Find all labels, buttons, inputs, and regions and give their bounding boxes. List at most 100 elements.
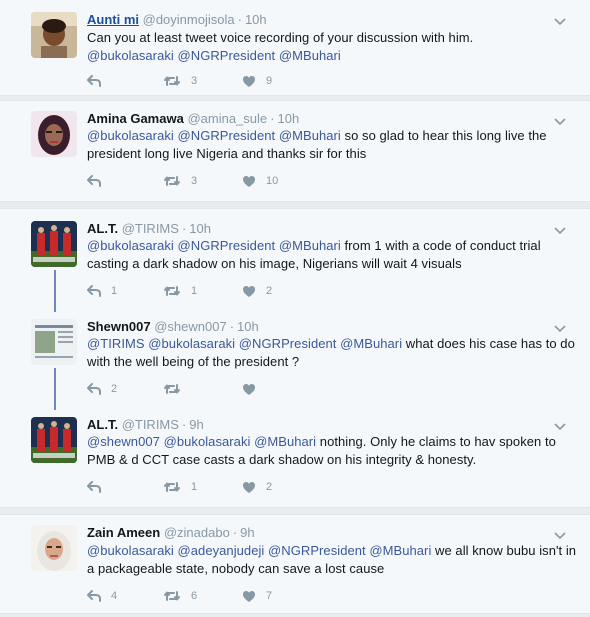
chevron-down-icon[interactable] — [554, 14, 566, 26]
user-handle[interactable]: @doyinmojisola — [143, 12, 235, 27]
mention-link[interactable]: @bukolasaraki — [87, 543, 174, 558]
timestamp[interactable]: 10h — [189, 221, 211, 236]
tweet-text: @bukolasaraki @adeyanjudeji @NGRPresiden… — [87, 542, 577, 578]
like-icon — [242, 75, 266, 88]
retweet-button[interactable] — [163, 380, 191, 398]
reply-button[interactable] — [87, 72, 111, 90]
retweet-count: 1 — [191, 481, 198, 493]
mention-link[interactable]: @bukolasaraki — [87, 238, 174, 253]
mention-link[interactable]: @MBuhari — [340, 336, 402, 351]
avatar[interactable] — [31, 417, 77, 463]
timestamp[interactable]: 10h — [277, 111, 299, 126]
reply-button[interactable] — [87, 172, 111, 190]
retweet-icon — [163, 481, 191, 493]
user-name[interactable]: AL.T. — [87, 221, 118, 236]
mention-link[interactable]: @NGRPresident — [178, 128, 276, 143]
mention-link[interactable]: @bukolasaraki — [148, 336, 235, 351]
user-name[interactable]: Aunti mi — [87, 12, 139, 27]
mention-link[interactable]: @adeyanjudeji — [178, 543, 265, 558]
mention-link[interactable]: @NGRPresident — [178, 48, 276, 63]
reply-count: 4 — [111, 590, 118, 602]
chevron-down-icon[interactable] — [554, 321, 566, 333]
avatar[interactable] — [31, 319, 77, 365]
user-name[interactable]: Zain Ameen — [87, 525, 160, 540]
retweet-button[interactable]: 3 — [163, 72, 197, 90]
mention-link[interactable]: @NGRPresident — [239, 336, 337, 351]
reply-button[interactable]: 2 — [87, 380, 117, 398]
retweet-button[interactable]: 1 — [163, 282, 197, 300]
retweet-icon — [163, 75, 191, 87]
reply-icon — [87, 175, 111, 187]
retweet-button[interactable]: 3 — [163, 172, 197, 190]
timestamp[interactable]: 10h — [245, 12, 267, 27]
reply-icon — [87, 75, 111, 87]
like-icon — [242, 285, 266, 298]
tweet-header: Amina Gamawa @amina_sule · 10h — [87, 111, 299, 127]
tweet-text-segment: Can you at least tweet voice recording o… — [87, 30, 474, 45]
mention-link[interactable]: @bukolasaraki — [87, 48, 174, 63]
user-name[interactable]: Amina Gamawa — [87, 111, 184, 126]
retweet-icon — [163, 590, 191, 602]
chevron-down-icon[interactable] — [554, 223, 566, 235]
mention-link[interactable]: @TIRIMS — [87, 336, 145, 351]
avatar[interactable] — [31, 12, 77, 58]
chevron-down-icon[interactable] — [554, 528, 566, 540]
retweet-count: 1 — [191, 285, 198, 297]
user-name[interactable]: Shewn007 — [87, 319, 151, 334]
like-button[interactable]: 10 — [242, 172, 278, 190]
thread-connector — [54, 368, 56, 410]
mention-link[interactable]: @NGRPresident — [268, 543, 366, 558]
mention-link[interactable]: @MBuhari — [279, 238, 341, 253]
chevron-down-icon[interactable] — [554, 419, 566, 431]
like-icon — [242, 383, 266, 396]
tweet-text: Can you at least tweet voice recording o… — [87, 29, 577, 65]
timestamp[interactable]: 10h — [237, 319, 259, 334]
tweet-text: @bukolasaraki @NGRPresident @MBuhari fro… — [87, 237, 577, 273]
mention-link[interactable]: @bukolasaraki — [87, 128, 174, 143]
reply-icon — [87, 481, 111, 493]
tweet-header: AL.T. @TIRIMS · 9h — [87, 417, 204, 433]
like-button[interactable]: 2 — [242, 478, 272, 496]
user-name[interactable]: AL.T. — [87, 417, 118, 432]
retweet-button[interactable]: 1 — [163, 478, 197, 496]
retweet-count: 6 — [191, 590, 198, 602]
retweet-icon — [163, 285, 191, 297]
mention-link[interactable]: @NGRPresident — [178, 238, 276, 253]
reply-button[interactable]: 4 — [87, 587, 117, 605]
user-handle[interactable]: @TIRIMS — [122, 221, 179, 236]
like-button[interactable]: 9 — [242, 72, 272, 90]
user-handle[interactable]: @TIRIMS — [122, 417, 179, 432]
like-button[interactable] — [242, 380, 266, 398]
user-handle[interactable]: @shewn007 — [154, 319, 226, 334]
reply-button[interactable] — [87, 478, 111, 496]
timestamp[interactable]: 9h — [240, 525, 254, 540]
reply-icon — [87, 383, 111, 395]
tweet-text: @TIRIMS @bukolasaraki @NGRPresident @MBu… — [87, 335, 577, 371]
tweet-text: @bukolasaraki @NGRPresident @MBuhari so … — [87, 127, 577, 163]
avatar[interactable] — [31, 111, 77, 157]
timestamp[interactable]: 9h — [189, 417, 203, 432]
mention-link[interactable]: @MBuhari — [369, 543, 431, 558]
avatar[interactable] — [31, 221, 77, 267]
user-handle[interactable]: @amina_sule — [187, 111, 267, 126]
separator: · — [237, 12, 242, 27]
retweet-button[interactable]: 6 — [163, 587, 197, 605]
like-button[interactable]: 2 — [242, 282, 272, 300]
retweet-icon — [163, 175, 191, 187]
like-icon — [242, 590, 266, 603]
mention-link[interactable]: @MBuhari — [279, 48, 341, 63]
retweet-count: 3 — [191, 175, 198, 187]
like-button[interactable]: 7 — [242, 587, 272, 605]
separator: · — [181, 417, 187, 432]
separator: · — [270, 111, 275, 126]
mention-link[interactable]: @MBuhari — [279, 128, 341, 143]
tweet-text: @shewn007 @bukolasaraki @MBuhari nothing… — [87, 433, 577, 469]
reply-button[interactable]: 1 — [87, 282, 117, 300]
retweet-icon — [163, 383, 191, 395]
user-handle[interactable]: @zinadabo — [164, 525, 230, 540]
mention-link[interactable]: @shewn007 — [87, 434, 160, 449]
chevron-down-icon[interactable] — [554, 114, 566, 126]
mention-link[interactable]: @bukolasaraki — [164, 434, 251, 449]
mention-link[interactable]: @MBuhari — [254, 434, 316, 449]
avatar[interactable] — [31, 525, 77, 571]
